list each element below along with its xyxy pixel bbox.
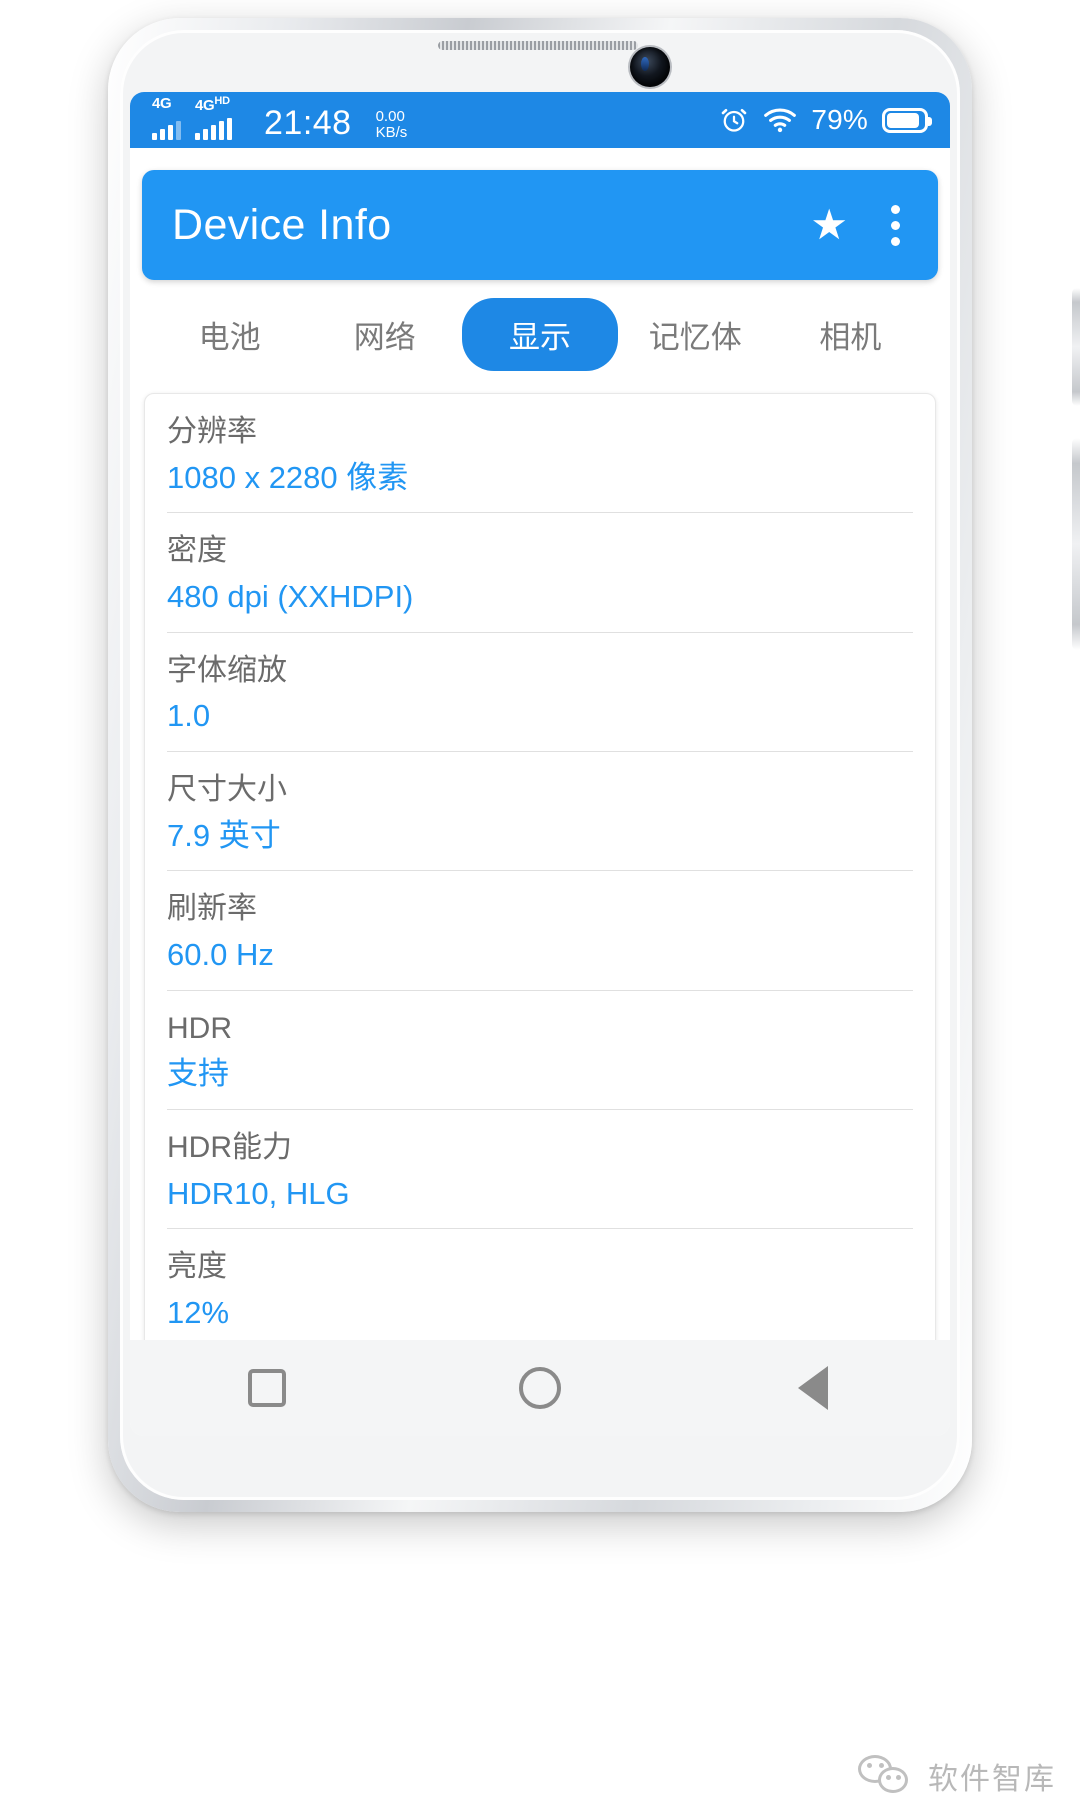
overflow-menu-icon[interactable]: [890, 204, 900, 246]
table-row[interactable]: HDR 支持: [167, 991, 913, 1111]
sim1-network-label: 4G: [152, 95, 172, 112]
nav-home-button[interactable]: [480, 1367, 600, 1409]
status-bar-left: 4G 4GHD 21:48 0.00 KB/s: [152, 96, 408, 142]
tab-display[interactable]: 显示: [462, 298, 618, 371]
network-speed-indicator: 0.00 KB/s: [376, 109, 408, 140]
net-speed-value: 0.00: [375, 108, 405, 126]
info-value: 12%: [167, 1294, 230, 1330]
info-label: 尺寸大小: [167, 773, 287, 807]
info-label: 亮度: [167, 1250, 227, 1284]
watermark: 软件智库: [858, 1754, 1056, 1798]
nav-back-button[interactable]: [753, 1366, 873, 1410]
volume-button[interactable]: [1072, 438, 1080, 650]
app-bar: Device Info ★: [142, 170, 938, 280]
table-row[interactable]: 字体缩放 1.0: [167, 633, 913, 753]
tab-bar: 电池 网络 显示 记忆体 相机: [130, 280, 950, 385]
circle-home-icon: [518, 1367, 561, 1409]
sim1-bars-icon: [152, 118, 181, 140]
info-value: 7.9 英寸: [167, 817, 281, 853]
status-bar-clock: 21:48: [264, 104, 352, 142]
info-label: HDR能力: [167, 1131, 292, 1165]
info-value: 480 dpi (XXHDPI): [167, 578, 414, 614]
table-row[interactable]: 尺寸大小 7.9 英寸: [167, 752, 913, 872]
table-row[interactable]: 密度 480 dpi (XXHDPI): [167, 513, 913, 633]
info-label: 密度: [167, 534, 227, 568]
alarm-icon: [722, 108, 747, 132]
info-label: 刷新率: [167, 892, 257, 926]
battery-percent-label: 79%: [811, 104, 868, 135]
info-value: 1080 x 2280 像素: [167, 459, 409, 495]
info-label: 分辨率: [167, 415, 257, 448]
page-title: Device Info: [172, 200, 392, 249]
nav-recents-button[interactable]: [207, 1369, 327, 1407]
tab-memory[interactable]: 记忆体: [618, 298, 773, 371]
info-value: 60.0 Hz: [167, 936, 274, 972]
sim2-network-label: 4GHD: [195, 95, 230, 114]
sim1-signal-icon: 4G: [152, 96, 181, 140]
triangle-back-icon: [798, 1366, 829, 1410]
wifi-icon: [764, 108, 797, 133]
display-info-card: 分辨率 1080 x 2280 像素 密度 480 dpi (XXHDPI) 字…: [144, 393, 936, 1436]
info-value: HDR10, HLG: [167, 1175, 350, 1211]
sim2-bars-icon: [195, 118, 232, 140]
info-value: 1.0: [167, 698, 211, 734]
power-button[interactable]: [1072, 288, 1080, 406]
tab-camera[interactable]: 相机: [773, 298, 928, 371]
battery-icon: [882, 107, 932, 133]
square-recents-icon: [247, 1369, 286, 1407]
page-root: 4G 4GHD 21:48 0.00 KB/s 79% Device Info …: [0, 0, 1080, 1816]
favorite-star-icon[interactable]: ★: [810, 204, 848, 246]
tab-network[interactable]: 网络: [307, 298, 462, 371]
battery-fill: [887, 112, 919, 128]
watermark-text: 软件智库: [928, 1763, 1056, 1796]
wechat-icon: [858, 1755, 916, 1797]
sim2-signal-icon: 4GHD: [195, 96, 232, 140]
status-bar: 4G 4GHD 21:48 0.00 KB/s 79%: [130, 92, 950, 148]
table-row[interactable]: 刷新率 60.0 Hz: [167, 871, 913, 991]
phone-screen: 4G 4GHD 21:48 0.00 KB/s 79% Device Info …: [130, 92, 950, 1436]
android-nav-bar: [130, 1340, 950, 1436]
net-speed-unit: KB/s: [375, 123, 408, 141]
table-row[interactable]: HDR能力 HDR10, HLG: [167, 1110, 913, 1230]
table-row[interactable]: 分辨率 1080 x 2280 像素: [167, 394, 913, 514]
info-value: 支持: [167, 1056, 229, 1092]
earpiece-speaker: [438, 41, 638, 50]
front-camera-icon: [630, 47, 670, 87]
tab-battery[interactable]: 电池: [152, 298, 307, 371]
info-label: HDR: [167, 1011, 232, 1045]
status-bar-right: 79%: [719, 104, 932, 136]
table-row[interactable]: 亮度 12%: [167, 1229, 913, 1349]
info-label: 字体缩放: [167, 653, 287, 687]
